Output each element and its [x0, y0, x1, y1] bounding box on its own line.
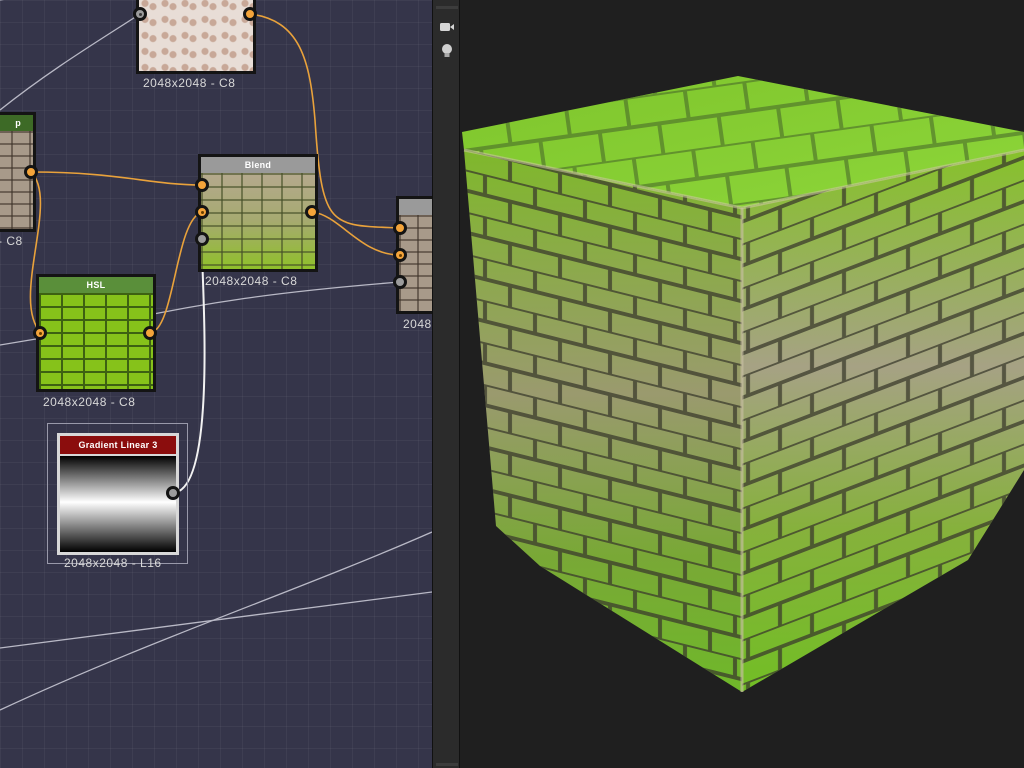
left-node-output-port[interactable]	[24, 165, 38, 179]
node-thumbnail	[201, 173, 315, 269]
cube-left-bricks	[464, 150, 742, 692]
top-node-input-port[interactable]	[133, 7, 147, 21]
node-thumbnail	[139, 0, 253, 71]
blend-input-port-mask[interactable]	[195, 232, 209, 246]
right-node-caption: 2048	[403, 317, 432, 331]
right-node-title	[399, 199, 432, 215]
wire	[0, 591, 432, 649]
panel-grip[interactable]	[436, 763, 458, 766]
viewport-toolbar	[432, 0, 460, 768]
wire	[149, 211, 203, 334]
blend-node-title: Blend	[201, 157, 315, 173]
right-node-input-port-2[interactable]	[393, 248, 407, 262]
gradient-linear-node[interactable]: Gradient Linear 3	[57, 433, 179, 555]
top-node-output-port[interactable]	[243, 7, 257, 21]
blend-input-port-background[interactable]	[195, 205, 209, 219]
left-node-title: p	[0, 115, 33, 131]
hsl-input-port[interactable]	[33, 326, 47, 340]
top-texture-node[interactable]	[136, 0, 256, 74]
right-node-input-port-3[interactable]	[393, 275, 407, 289]
light-bulb-icon[interactable]	[438, 42, 456, 60]
blend-input-port-foreground[interactable]	[195, 178, 209, 192]
wire	[30, 171, 203, 186]
node-graph-panel[interactable]: 2048x2048 - C8 p - C8 Blend 2048x2048 - …	[0, 0, 432, 768]
wire	[0, 13, 141, 111]
blend-node-caption: 2048x2048 - C8	[205, 274, 298, 288]
camera-icon[interactable]	[438, 18, 456, 36]
gradient-node-title: Gradient Linear 3	[60, 436, 176, 454]
blend-node[interactable]: Blend	[198, 154, 318, 272]
node-thumbnail	[0, 131, 33, 229]
hsl-node-caption: 2048x2048 - C8	[43, 395, 136, 409]
panel-grip[interactable]	[436, 6, 458, 9]
blend-output-port[interactable]	[305, 205, 319, 219]
hsl-node[interactable]: HSL	[36, 274, 156, 392]
wire	[311, 211, 401, 256]
left-node-caption: - C8	[0, 234, 23, 248]
node-thumbnail	[39, 293, 153, 389]
hsl-output-port[interactable]	[143, 326, 157, 340]
right-node-input-port-1[interactable]	[393, 221, 407, 235]
node-thumbnail	[60, 456, 176, 552]
3d-viewport[interactable]	[460, 0, 1024, 768]
gradient-output-port[interactable]	[166, 486, 180, 500]
hsl-node-title: HSL	[39, 277, 153, 293]
top-node-caption: 2048x2048 - C8	[143, 76, 236, 90]
gradient-node-caption: 2048x2048 - L16	[64, 556, 162, 570]
cube-right-bricks	[742, 150, 1024, 692]
material-preview-cube	[462, 76, 1024, 692]
